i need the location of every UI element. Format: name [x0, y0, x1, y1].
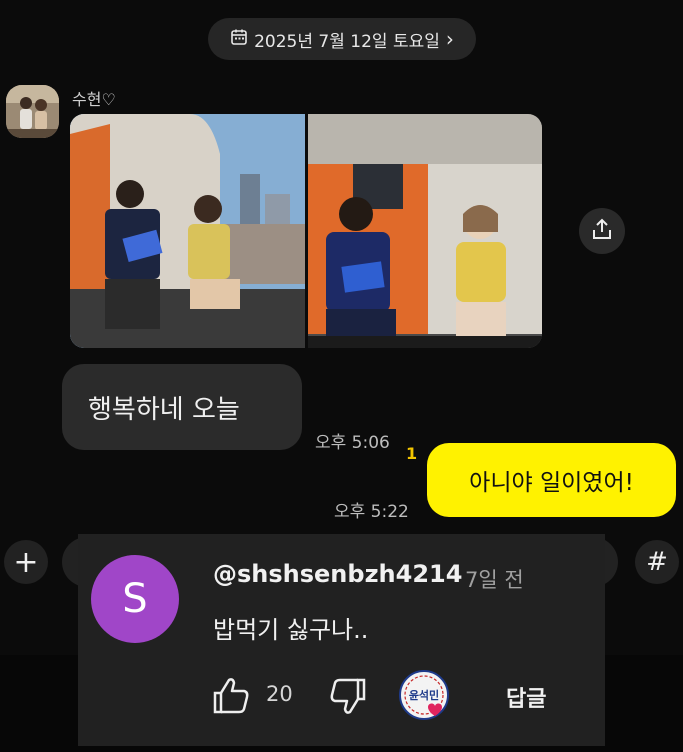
creator-heart-badge: 윤석민	[398, 669, 454, 725]
attach-plus-button[interactable]: +	[4, 540, 48, 584]
share-button[interactable]	[579, 208, 625, 254]
hash-icon: #	[646, 547, 668, 577]
sender-avatar[interactable]	[6, 85, 59, 138]
date-pill[interactable]: 2025년 7월 12일 토요일 ›	[208, 18, 476, 60]
comment-text: 밥먹기 싫구나..	[213, 616, 369, 644]
commenter-avatar-letter: S	[122, 576, 148, 622]
dislike-button[interactable]	[326, 674, 370, 718]
commenter-handle[interactable]: @shshsenbzh4214	[213, 560, 462, 588]
share-icon	[591, 218, 613, 244]
comment-age: 7일 전	[465, 568, 524, 592]
creator-badge-text: 윤석민	[409, 688, 439, 702]
comment-card: S @shshsenbzh4214 7일 전 밥먹기 싫구나.. 20 윤석민 …	[78, 534, 605, 746]
like-button[interactable]	[209, 674, 253, 718]
outgoing-message-bubble[interactable]: 아니야 일이였어!	[427, 443, 676, 517]
outgoing-message-time: 오후 5:22	[334, 502, 409, 522]
plus-icon: +	[13, 544, 39, 580]
unread-count: 1	[406, 444, 418, 463]
outgoing-message-text: 아니야 일이였어!	[469, 470, 634, 496]
incoming-message-bubble[interactable]: 행복하네 오늘	[62, 364, 302, 450]
incoming-message-time: 오후 5:06	[315, 433, 390, 453]
incoming-message-text: 행복하네 오늘	[88, 394, 240, 425]
like-count: 20	[266, 682, 293, 706]
thumbs-up-icon	[209, 678, 253, 722]
sender-name: 수현♡	[72, 90, 116, 109]
reply-button[interactable]: 답글	[506, 681, 546, 713]
hashtag-button[interactable]: #	[635, 540, 679, 584]
date-label: 2025년 7월 12일 토요일	[254, 31, 440, 52]
shared-photo-2[interactable]	[308, 114, 542, 348]
chevron-right-icon: ›	[445, 27, 454, 51]
calendar-icon	[230, 28, 248, 51]
shared-photo-1[interactable]	[70, 114, 305, 348]
commenter-avatar[interactable]: S	[91, 555, 179, 643]
thumbs-down-icon	[326, 678, 370, 722]
